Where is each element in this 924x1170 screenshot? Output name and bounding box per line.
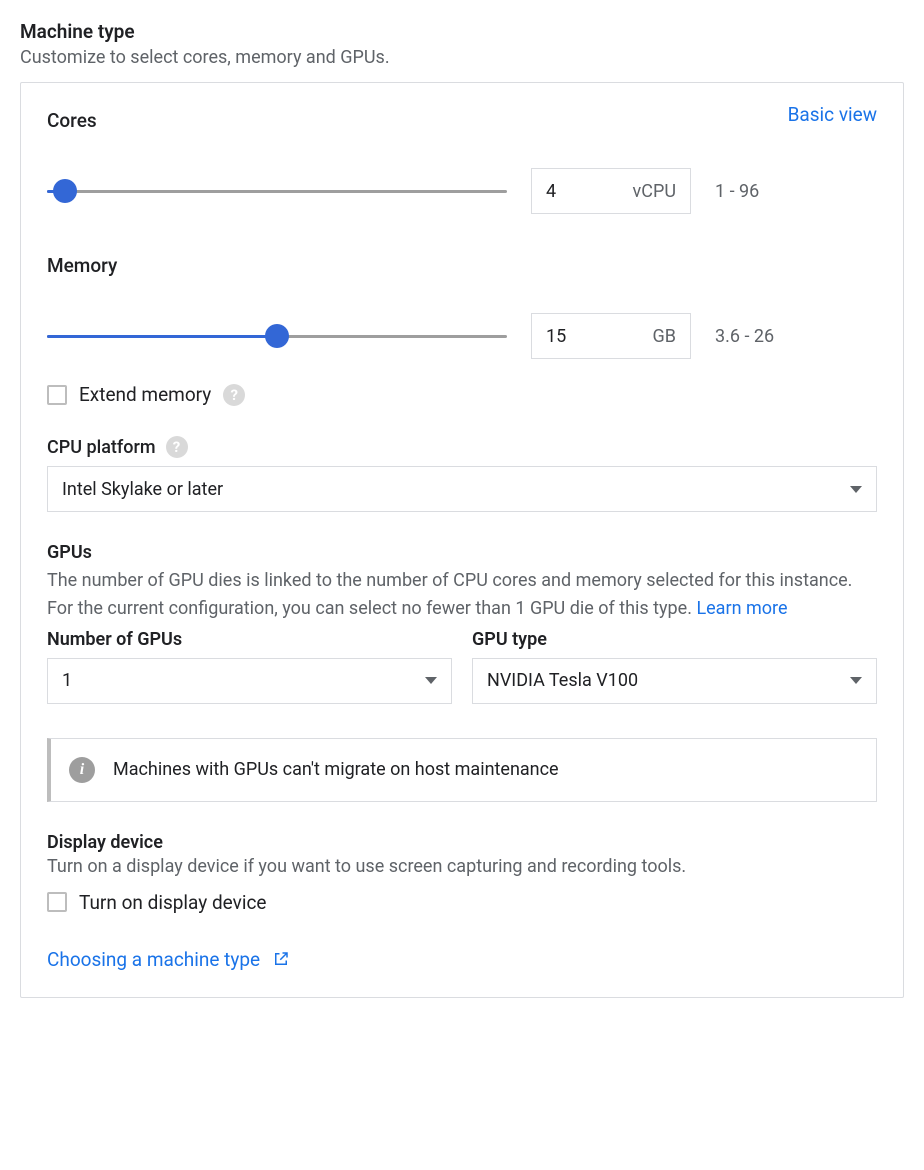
extend-memory-label: Extend memory [79,383,211,406]
display-device-checkbox[interactable] [47,892,67,912]
cores-input[interactable]: 4 vCPU [531,168,691,214]
memory-row: 15 GB 3.6 - 26 [47,313,877,359]
chevron-down-icon [850,677,862,684]
gpu-type-select[interactable]: NVIDIA Tesla V100 [472,658,877,704]
display-device-title: Display device [47,832,877,853]
display-device-checkbox-label: Turn on display device [79,891,266,914]
gpus-desc: The number of GPU dies is linked to the … [47,567,877,623]
external-link-icon [272,950,290,968]
memory-label: Memory [47,254,877,277]
info-icon: i [69,757,95,783]
memory-input[interactable]: 15 GB [531,313,691,359]
cores-value: 4 [546,181,556,202]
display-device-subtitle: Turn on a display device if you want to … [47,853,877,881]
memory-slider[interactable] [47,324,507,348]
cpu-platform-value: Intel Skylake or later [62,479,223,500]
num-gpus-label: Number of GPUs [47,629,182,650]
num-gpus-value: 1 [62,670,72,691]
info-banner: i Machines with GPUs can't migrate on ho… [47,738,877,802]
help-icon[interactable]: ? [223,384,245,406]
gpu-type-label: GPU type [472,629,547,650]
basic-view-link[interactable]: Basic view [788,103,877,126]
cpu-platform-label: CPU platform [47,437,156,458]
info-message: Machines with GPUs can't migrate on host… [113,759,559,780]
cores-label: Cores [47,109,877,132]
num-gpus-select[interactable]: 1 [47,658,452,704]
memory-unit: GB [653,326,676,347]
section-title: Machine type [20,20,904,43]
extend-memory-row: Extend memory ? [47,383,877,406]
chevron-down-icon [425,677,437,684]
cores-slider[interactable] [47,179,507,203]
machine-type-section: Machine type Customize to select cores, … [20,20,904,998]
memory-value: 15 [546,326,566,347]
gpus-title: GPUs [47,542,877,563]
choosing-machine-type-link[interactable]: Choosing a machine type [47,948,877,971]
memory-range: 3.6 - 26 [715,326,774,347]
section-subtitle: Customize to select cores, memory and GP… [20,47,904,68]
help-icon[interactable]: ? [166,436,188,458]
cores-unit: vCPU [633,181,676,202]
extend-memory-checkbox[interactable] [47,385,67,405]
cpu-platform-select[interactable]: Intel Skylake or later [47,466,877,512]
cores-row: 4 vCPU 1 - 96 [47,168,877,214]
learn-more-link[interactable]: Learn more [696,598,787,619]
cores-range: 1 - 96 [715,181,759,202]
machine-type-panel: Basic view Cores 4 vCPU 1 - 96 Memory [20,82,904,998]
gpu-type-value: NVIDIA Tesla V100 [487,670,638,691]
chevron-down-icon [850,486,862,493]
